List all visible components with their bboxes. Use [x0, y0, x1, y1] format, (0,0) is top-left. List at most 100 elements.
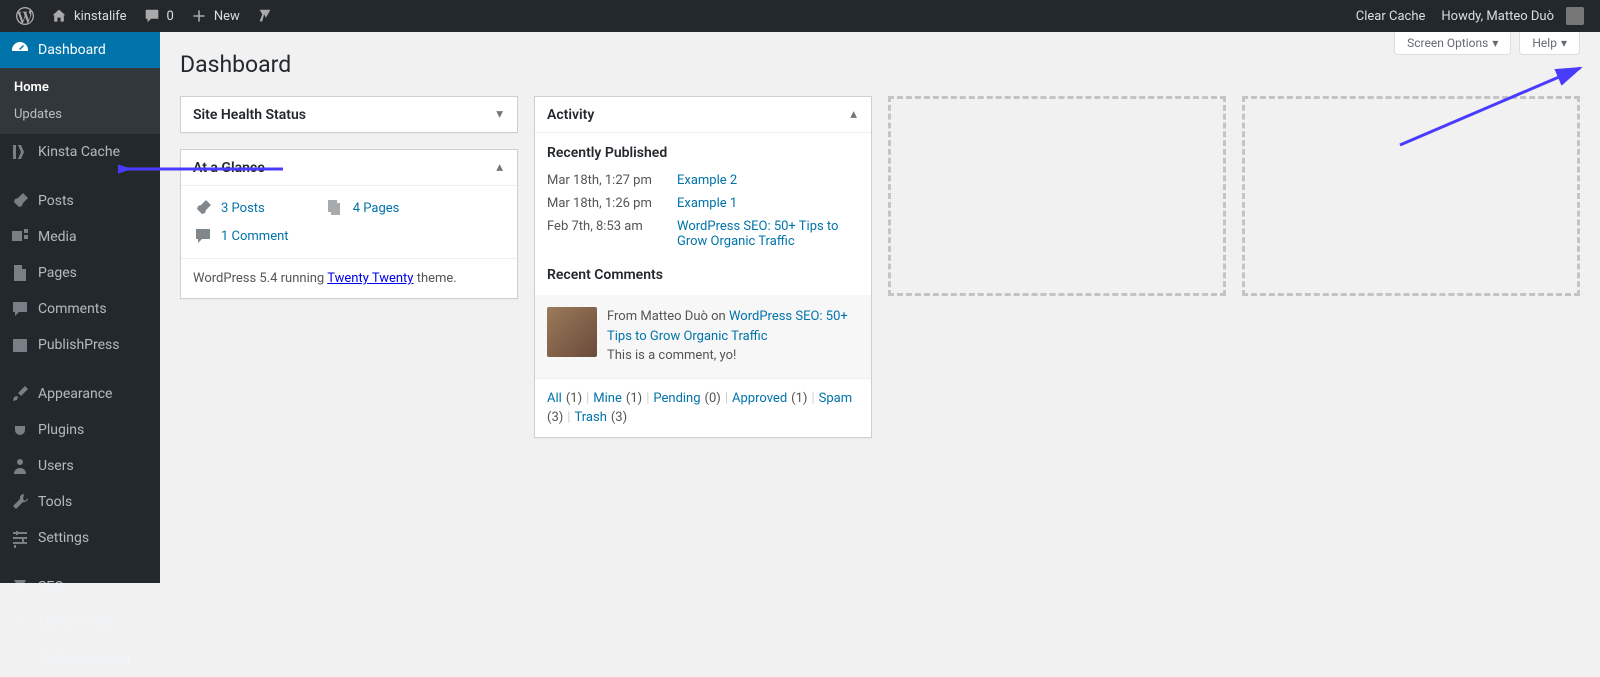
- filter-mine[interactable]: Mine: [593, 391, 622, 406]
- site-name-label: kinstalife: [74, 9, 127, 24]
- sidebar-item-media[interactable]: Media: [0, 219, 160, 255]
- comment-filters: All (1) | Mine (1) | Pending (0) | Appro…: [535, 378, 871, 437]
- filter-pending[interactable]: Pending: [653, 391, 700, 406]
- filter-trash-count: (3): [611, 410, 627, 425]
- empty-widget-dropzone[interactable]: [1242, 96, 1580, 296]
- home-icon: [50, 7, 68, 25]
- activity-link[interactable]: Example 1: [677, 196, 737, 211]
- sidebar-item-publishpress[interactable]: PublishPress: [0, 327, 160, 363]
- sidebar-collapse-button[interactable]: Collapse menu: [0, 641, 160, 677]
- pin-icon: [10, 191, 30, 211]
- pages-icon: [325, 198, 345, 218]
- admin-sidebar: Dashboard Home Updates Kinsta Cache Post…: [0, 32, 160, 583]
- toggle-button[interactable]: ▴: [494, 158, 505, 177]
- sidebar-item-label: Comments: [38, 301, 107, 317]
- comment-item: From Matteo Duò on WordPress SEO: 50+ Ti…: [547, 307, 859, 366]
- activity-when: Feb 7th, 8:53 am: [547, 219, 677, 249]
- sidebar-item-posts[interactable]: Posts: [0, 183, 160, 219]
- wp-version-post: theme.: [413, 271, 456, 286]
- activity-when: Mar 18th, 1:26 pm: [547, 196, 677, 211]
- recently-published-title: Recently Published: [547, 145, 859, 161]
- yoast-icon: [256, 7, 274, 25]
- sidebar-subitem-home[interactable]: Home: [0, 74, 160, 101]
- comments-link[interactable]: 1 Comment: [221, 229, 289, 244]
- toggle-button[interactable]: ▾: [494, 105, 505, 124]
- screen-options-label: Screen Options: [1407, 36, 1488, 50]
- screen-options-button[interactable]: Screen Options ▾: [1394, 32, 1511, 55]
- account-menu-button[interactable]: Howdy, Matteo Duò: [1433, 0, 1592, 32]
- sidebar-item-kinsta-cache[interactable]: Kinsta Cache: [0, 134, 160, 170]
- admin-bar: kinstalife 0 New Clear Cache Howdy, Matt…: [0, 0, 1600, 32]
- posts-link[interactable]: 3 Posts: [221, 201, 265, 216]
- widget-column-3: [888, 96, 1226, 296]
- comment-from-pre: From: [607, 309, 640, 324]
- new-content-button[interactable]: New: [182, 0, 248, 32]
- theme-link[interactable]: Twenty Twenty: [327, 271, 413, 286]
- toggle-button[interactable]: ▴: [848, 105, 859, 124]
- sidebar-item-appearance[interactable]: Appearance: [0, 376, 160, 412]
- dashboard-icon: [10, 40, 30, 60]
- activity-title: Activity: [547, 107, 594, 123]
- yoast-button[interactable]: [248, 0, 282, 32]
- avatar-icon: [1566, 7, 1584, 25]
- recently-published-block: Recently Published Mar 18th, 1:27 pm Exa…: [547, 145, 859, 253]
- sidebar-item-label: Settings: [38, 530, 89, 546]
- comment-count-label: 0: [167, 9, 174, 24]
- site-health-widget: Site Health Status ▾: [180, 96, 518, 133]
- content-area: Screen Options ▾ Help ▾ Dashboard Site H…: [160, 32, 1600, 583]
- sidebar-item-seo[interactable]: SEO: [0, 569, 160, 605]
- media-icon: [10, 227, 30, 247]
- activity-link[interactable]: Example 2: [677, 173, 737, 188]
- comment-icon: [193, 226, 213, 246]
- chevron-down-icon: ▾: [1561, 36, 1567, 50]
- sidebar-item-comments[interactable]: Comments: [0, 291, 160, 327]
- activity-item: Mar 18th, 1:27 pm Example 2: [547, 169, 859, 192]
- glance-footer: WordPress 5.4 running Twenty Twenty them…: [181, 258, 517, 298]
- help-label: Help: [1532, 36, 1557, 50]
- pin-icon: [193, 198, 213, 218]
- sidebar-submenu-dashboard: Home Updates: [0, 68, 160, 134]
- at-a-glance-title: At a Glance: [193, 160, 265, 176]
- filter-trash[interactable]: Trash: [574, 410, 606, 425]
- empty-widget-dropzone[interactable]: [888, 96, 1226, 296]
- sidebar-item-plugins[interactable]: Plugins: [0, 412, 160, 448]
- wp-logo-button[interactable]: [8, 0, 42, 32]
- sidebar-item-label: Tools: [38, 494, 72, 510]
- filter-spam[interactable]: Spam: [819, 391, 853, 406]
- avatar: [547, 307, 597, 357]
- plug-icon: [10, 420, 30, 440]
- filter-all-count: (1): [566, 391, 582, 406]
- sidebar-item-label: Plugins: [38, 422, 84, 438]
- page-title: Dashboard: [180, 42, 1580, 96]
- help-button[interactable]: Help ▾: [1519, 32, 1580, 55]
- filter-spam-count: (3): [547, 410, 563, 425]
- sidebar-item-users[interactable]: Users: [0, 448, 160, 484]
- comments-bubble-button[interactable]: 0: [135, 0, 182, 32]
- activity-widget: Activity ▴ Recently Published Mar 18th, …: [534, 96, 872, 438]
- widget-column-1: Site Health Status ▾ At a Glance ▴ 3 Pos…: [180, 96, 518, 299]
- clear-cache-label: Clear Cache: [1356, 9, 1426, 24]
- site-health-header[interactable]: Site Health Status ▾: [181, 97, 517, 132]
- widget-column-2: Activity ▴ Recently Published Mar 18th, …: [534, 96, 872, 438]
- activity-link[interactable]: WordPress SEO: 50+ Tips to Grow Organic …: [677, 219, 838, 249]
- activity-item: Feb 7th, 8:53 am WordPress SEO: 50+ Tips…: [547, 215, 859, 253]
- sidebar-item-menu-image[interactable]: Menu Image: [0, 605, 160, 641]
- pages-link[interactable]: 4 Pages: [353, 201, 400, 216]
- brush-icon: [10, 384, 30, 404]
- filter-all[interactable]: All: [547, 391, 562, 406]
- kinsta-icon: [10, 142, 30, 162]
- comment-text: This is a comment, yo!: [607, 346, 859, 366]
- comment-icon: [143, 7, 161, 25]
- site-home-button[interactable]: kinstalife: [42, 0, 135, 32]
- sidebar-subitem-updates[interactable]: Updates: [0, 101, 160, 128]
- sidebar-item-tools[interactable]: Tools: [0, 484, 160, 520]
- sidebar-item-dashboard[interactable]: Dashboard: [0, 32, 160, 68]
- filter-approved[interactable]: Approved: [732, 391, 787, 406]
- activity-header[interactable]: Activity ▴: [535, 97, 871, 133]
- clear-cache-button[interactable]: Clear Cache: [1348, 0, 1434, 32]
- site-health-title: Site Health Status: [193, 107, 306, 123]
- sidebar-item-settings[interactable]: Settings: [0, 520, 160, 556]
- at-a-glance-header[interactable]: At a Glance ▴: [181, 150, 517, 186]
- yoast-icon: [10, 577, 30, 597]
- sidebar-item-pages[interactable]: Pages: [0, 255, 160, 291]
